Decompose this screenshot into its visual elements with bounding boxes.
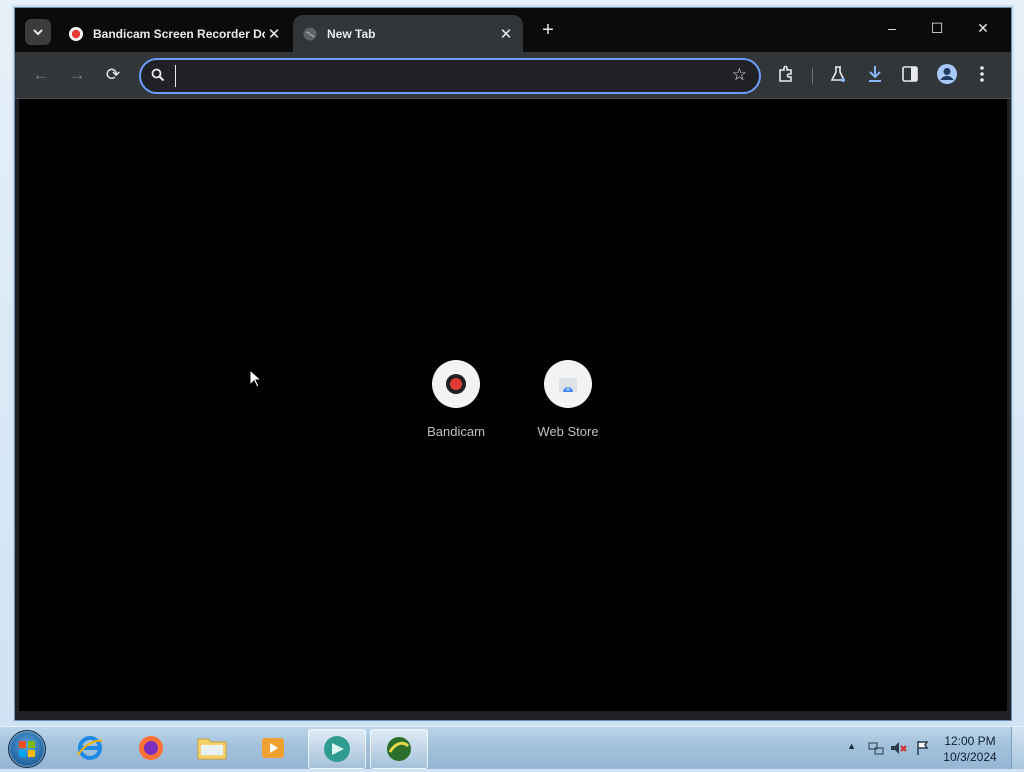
tab-title: New Tab <box>327 26 376 41</box>
globe-icon <box>303 27 317 40</box>
tab-close-icon[interactable]: ✕ <box>497 25 515 43</box>
browser-window: Bandicam Screen Recorder Do ✕ New Tab ✕ … <box>14 7 1012 721</box>
chevron-down-icon <box>33 28 43 35</box>
taskbar-firefox[interactable] <box>123 729 179 767</box>
tab-title: Bandicam Screen Recorder Do <box>93 26 265 41</box>
shortcut-tile[interactable] <box>432 360 480 408</box>
tab-bandicam[interactable]: Bandicam Screen Recorder Do ✕ <box>59 15 291 52</box>
reload-button[interactable]: ⟳ <box>101 64 125 86</box>
browser-toolbar: ← → ⟳ ☆ <box>15 52 1011 99</box>
tab-new-tab[interactable]: New Tab ✕ <box>293 15 523 52</box>
tab-search-button[interactable] <box>25 19 51 45</box>
bandicam-record-icon <box>446 374 466 394</box>
action-center-flag-icon[interactable] <box>916 740 930 756</box>
profile-avatar-icon[interactable] <box>936 63 958 85</box>
folder-icon <box>197 738 227 760</box>
taskbar-media-player[interactable] <box>245 729 301 767</box>
internet-explorer-icon <box>77 736 103 760</box>
address-bar[interactable]: ☆ <box>139 58 761 94</box>
extensions-puzzle-icon[interactable] <box>777 65 795 83</box>
close-window-button[interactable]: ✕ <box>968 20 998 40</box>
labs-flask-icon[interactable] <box>829 65 847 83</box>
address-input[interactable] <box>175 65 720 87</box>
search-icon <box>151 68 165 82</box>
taskbar-explorer[interactable] <box>184 729 240 767</box>
clock-time: 12:00 PM <box>944 734 996 748</box>
start-button[interactable] <box>8 730 46 768</box>
web-store-icon <box>559 378 577 392</box>
taskbar-internet-explorer[interactable] <box>62 729 118 767</box>
back-button[interactable]: ← <box>29 64 53 86</box>
taskbar-clock[interactable]: 12:00 PM 10/3/2024 <box>940 733 1000 765</box>
bookmark-star-icon[interactable]: ☆ <box>732 65 747 85</box>
windows-logo-icon <box>19 741 35 757</box>
media-player-icon <box>262 738 284 758</box>
app-circle-icon <box>324 736 350 762</box>
download-icon[interactable] <box>866 64 884 84</box>
maximize-button[interactable]: ☐ <box>922 20 952 40</box>
show-desktop-button[interactable] <box>1011 727 1024 769</box>
toolbar-separator <box>812 68 813 84</box>
volume-muted-icon[interactable] <box>890 740 908 756</box>
firefox-icon <box>139 736 163 760</box>
shortcut-tile[interactable] <box>544 360 592 408</box>
mouse-cursor-icon <box>249 369 261 388</box>
network-icon[interactable] <box>868 740 884 756</box>
taskbar-bandicam[interactable] <box>370 729 428 769</box>
tab-close-icon[interactable]: ✕ <box>265 25 283 43</box>
side-panel-icon[interactable] <box>902 66 918 82</box>
tab-strip: Bandicam Screen Recorder Do ✕ New Tab ✕ … <box>15 8 1011 52</box>
shortcut-bandicam[interactable]: Bandicam <box>400 360 512 439</box>
minimize-button[interactable]: – <box>877 20 907 40</box>
shortcut-label: Web Store <box>537 424 599 439</box>
new-tab-plus-icon[interactable]: + <box>537 20 559 42</box>
clock-date: 10/3/2024 <box>943 750 997 764</box>
shortcut-web-store[interactable]: Web Store <box>512 360 624 439</box>
globe-app-icon <box>387 737 411 761</box>
forward-button[interactable]: → <box>65 64 89 86</box>
tray-expand-icon[interactable]: ▲ <box>847 741 856 751</box>
more-menu-icon[interactable] <box>979 65 985 83</box>
shortcut-label: Bandicam <box>427 424 485 439</box>
taskbar-chrome-app[interactable] <box>308 729 366 769</box>
taskbar: ▲ 12:00 PM 10/3/2024 <box>0 726 1024 769</box>
new-tab-page: Bandicam Web Store <box>19 99 1007 711</box>
bandicam-record-icon <box>69 26 83 41</box>
